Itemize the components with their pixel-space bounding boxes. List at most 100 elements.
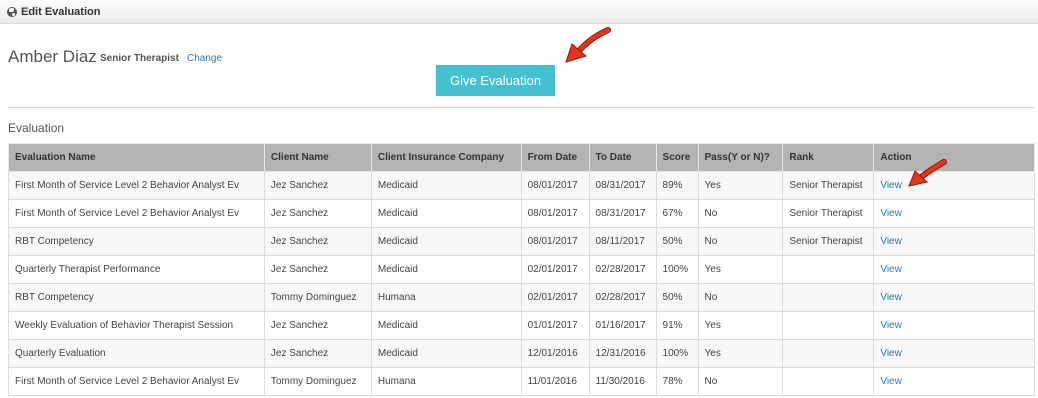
action-cell: View bbox=[873, 311, 1035, 340]
table-row: Weekly Evaluation of Behavior Therapist … bbox=[8, 311, 1035, 340]
rank-cell: Senior Therapist bbox=[782, 227, 875, 256]
window-title-bar: Edit Evaluation bbox=[0, 0, 1038, 24]
client-name-cell: Jez Sanchez bbox=[263, 255, 372, 284]
to-date-cell: 08/31/2017 bbox=[588, 199, 657, 228]
column-header[interactable]: Rank bbox=[782, 143, 875, 172]
score-cell: 89% bbox=[655, 171, 699, 200]
pass-cell: No bbox=[697, 367, 784, 396]
insurance-company-cell: Medicaid bbox=[370, 227, 522, 256]
column-header[interactable]: To Date bbox=[588, 143, 657, 172]
from-date-cell: 12/01/2016 bbox=[520, 339, 590, 368]
table-header-row: Evaluation Name Client Name Client Insur… bbox=[8, 143, 1035, 172]
rank-cell bbox=[782, 339, 875, 368]
client-name-cell: Jez Sanchez bbox=[263, 311, 372, 340]
from-date-cell: 08/01/2017 bbox=[520, 199, 590, 228]
evaluation-name-cell: Quarterly Therapist Performance bbox=[8, 255, 265, 284]
from-date-cell: 02/01/2017 bbox=[520, 255, 590, 284]
from-date-cell: 08/01/2017 bbox=[520, 171, 590, 200]
client-name-cell: Jez Sanchez bbox=[263, 199, 372, 228]
to-date-cell: 11/30/2016 bbox=[588, 367, 657, 396]
change-link[interactable]: Change bbox=[187, 53, 222, 64]
evaluation-name-cell: First Month of Service Level 2 Behavior … bbox=[8, 367, 265, 396]
insurance-company-cell: Humana bbox=[370, 367, 522, 396]
view-link[interactable]: View bbox=[880, 208, 902, 219]
score-cell: 67% bbox=[655, 199, 699, 228]
rank-cell bbox=[782, 255, 875, 284]
from-date-cell: 02/01/2017 bbox=[520, 283, 590, 312]
table-row: First Month of Service Level 2 Behavior … bbox=[8, 199, 1035, 228]
action-cell: View bbox=[873, 227, 1035, 256]
to-date-cell: 01/16/2017 bbox=[588, 311, 657, 340]
column-header[interactable]: Score bbox=[655, 143, 699, 172]
action-cell: View bbox=[873, 283, 1035, 312]
table-row: First Month of Service Level 2 Behavior … bbox=[8, 171, 1035, 200]
view-link[interactable]: View bbox=[880, 320, 902, 331]
action-cell: View bbox=[873, 171, 1035, 200]
give-evaluation-button[interactable]: Give Evaluation bbox=[436, 65, 555, 96]
score-cell: 100% bbox=[655, 255, 699, 284]
view-link[interactable]: View bbox=[880, 264, 902, 275]
from-date-cell: 01/01/2017 bbox=[520, 311, 590, 340]
client-name-cell: Jez Sanchez bbox=[263, 171, 372, 200]
to-date-cell: 12/31/2016 bbox=[588, 339, 657, 368]
rank-cell: Senior Therapist bbox=[782, 171, 875, 200]
pass-cell: Yes bbox=[697, 311, 784, 340]
table-row: Quarterly Therapist Performance Jez Sanch… bbox=[8, 255, 1035, 284]
to-date-cell: 08/11/2017 bbox=[588, 227, 657, 256]
action-cell: View bbox=[873, 367, 1035, 396]
column-header[interactable]: Evaluation Name bbox=[8, 143, 265, 172]
pass-cell: Yes bbox=[697, 171, 784, 200]
rank-cell bbox=[782, 311, 875, 340]
column-header[interactable]: Action bbox=[873, 143, 1035, 172]
from-date-cell: 11/01/2016 bbox=[520, 367, 590, 396]
insurance-company-cell: Medicaid bbox=[370, 311, 522, 340]
view-link[interactable]: View bbox=[880, 236, 902, 247]
window-title: Edit Evaluation bbox=[21, 5, 101, 18]
pass-cell: Yes bbox=[697, 339, 784, 368]
column-header[interactable]: Client Name bbox=[263, 143, 372, 172]
evaluation-name-cell: First Month of Service Level 2 Behavior … bbox=[8, 171, 265, 200]
insurance-company-cell: Medicaid bbox=[370, 199, 522, 228]
client-name-cell: Tommy Dominguez bbox=[263, 283, 372, 312]
score-cell: 91% bbox=[655, 311, 699, 340]
evaluation-name-cell: Quarterly Evaluation bbox=[8, 339, 265, 368]
to-date-cell: 08/31/2017 bbox=[588, 171, 657, 200]
client-name-cell: Jez Sanchez bbox=[263, 339, 372, 368]
view-link[interactable]: View bbox=[880, 348, 902, 359]
rank-cell bbox=[782, 283, 875, 312]
divider bbox=[8, 107, 1034, 108]
score-cell: 50% bbox=[655, 227, 699, 256]
person-name: Amber Diaz bbox=[8, 47, 97, 66]
evaluation-table: Evaluation Name Client Name Client Insur… bbox=[8, 143, 1035, 396]
evaluation-name-cell: Weekly Evaluation of Behavior Therapist … bbox=[8, 311, 265, 340]
annotation-arrow-icon bbox=[565, 27, 611, 63]
score-cell: 50% bbox=[655, 283, 699, 312]
score-cell: 100% bbox=[655, 339, 699, 368]
client-name-cell: Tommy Dominguez bbox=[263, 367, 372, 396]
pass-cell: Yes bbox=[697, 255, 784, 284]
column-header[interactable]: From Date bbox=[520, 143, 590, 172]
pass-cell: No bbox=[697, 283, 784, 312]
score-cell: 78% bbox=[655, 367, 699, 396]
rank-cell bbox=[782, 367, 875, 396]
evaluation-name-cell: RBT Competency bbox=[8, 283, 265, 312]
insurance-company-cell: Medicaid bbox=[370, 171, 522, 200]
pass-cell: No bbox=[697, 227, 784, 256]
person-role: Senior Therapist bbox=[100, 53, 179, 64]
view-link[interactable]: View bbox=[880, 180, 902, 191]
section-title: Evaluation bbox=[8, 121, 65, 135]
evaluation-name-cell: RBT Competency bbox=[8, 227, 265, 256]
view-link[interactable]: View bbox=[880, 292, 902, 303]
insurance-company-cell: Medicaid bbox=[370, 255, 522, 284]
column-header[interactable]: Client Insurance Company bbox=[370, 143, 522, 172]
column-header[interactable]: Pass(Y or N)? bbox=[697, 143, 784, 172]
action-cell: View bbox=[873, 339, 1035, 368]
table-row: RBT Competency Tommy Dominguez Humana 02/01… bbox=[8, 283, 1035, 312]
table-row: First Month of Service Level 2 Behavior … bbox=[8, 367, 1035, 396]
action-cell: View bbox=[873, 255, 1035, 284]
evaluation-name-cell: First Month of Service Level 2 Behavior … bbox=[8, 199, 265, 228]
view-link[interactable]: View bbox=[880, 376, 902, 387]
action-cell: View bbox=[873, 199, 1035, 228]
table-row: Quarterly Evaluation Jez Sanchez Medicaid 1… bbox=[8, 339, 1035, 368]
rank-cell: Senior Therapist bbox=[782, 199, 875, 228]
